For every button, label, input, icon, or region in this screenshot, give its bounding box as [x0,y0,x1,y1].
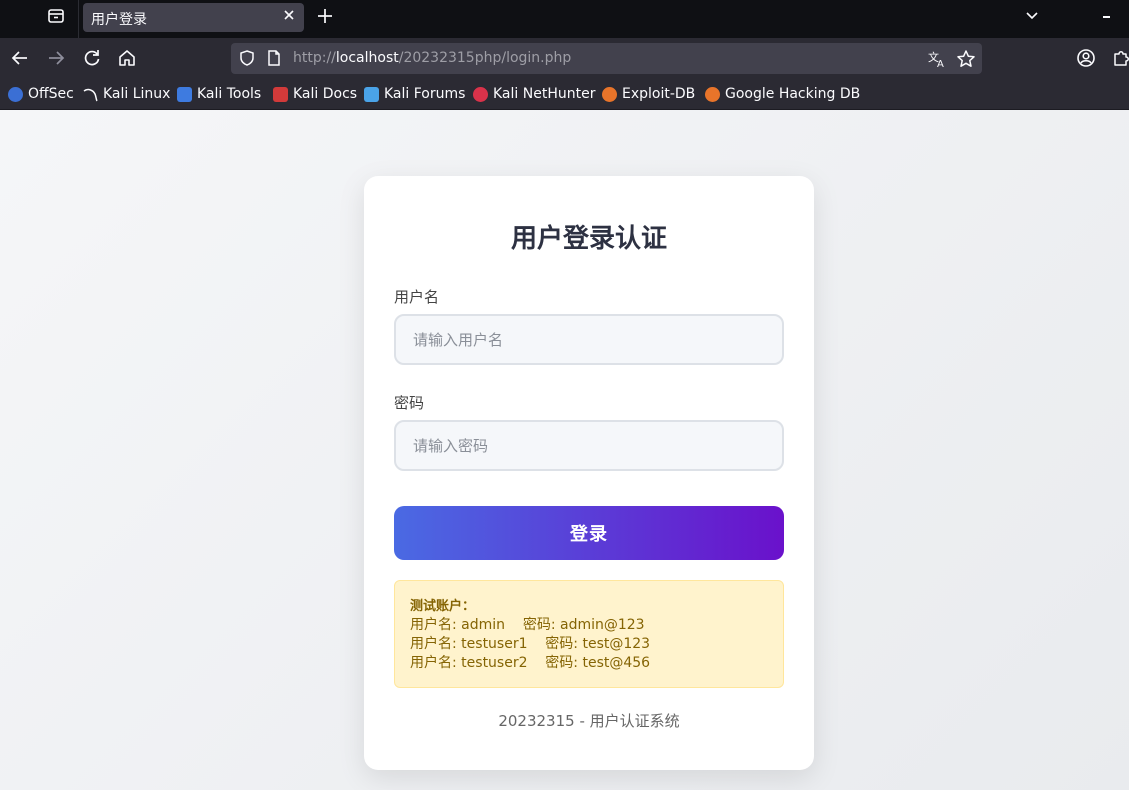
list-all-tabs-icon[interactable] [1024,8,1040,24]
hint-line: 用户名: testuser2 密码: test@456 [410,655,651,671]
url-host: localhost [335,50,399,66]
username-input[interactable] [394,314,784,365]
login-title: 用户登录认证 [510,224,667,254]
extensions-puzzle-icon[interactable] [1112,48,1129,68]
navigation-toolbar: http://localhost/20232315php/login.php 文… [0,38,1129,78]
tab-manager-icon[interactable] [47,7,65,25]
test-accounts-hint: 测试账户： 用户名: admin 密码: admin@123 用户名: test… [394,580,784,688]
url-text[interactable]: http://localhost/20232315php/login.php [293,50,571,66]
url-scheme: http:// [293,50,336,66]
bookmark-offsec[interactable]: OffSec [8,84,74,104]
bookmark-label: OffSec [28,86,74,102]
bookmark-star-icon[interactable] [956,49,976,69]
new-tab-icon[interactable] [316,7,334,25]
reload-icon[interactable] [82,48,102,68]
bookmarks-toolbar: OffSec Kali Linux Kali Tools Kali Docs K… [0,78,1129,110]
forward-icon[interactable] [46,48,66,68]
bookmark-kali-forums[interactable]: Kali Forums [364,84,465,104]
login-card: 用户登录认证 用户名 密码 登录 测试账户： 用户名: admin 密码: ad… [364,176,814,770]
login-button[interactable]: 登录 [394,506,784,560]
active-tab[interactable]: 用户登录 [83,3,304,32]
tracking-protection-shield-icon[interactable] [238,49,256,67]
hint-line: 用户名: admin 密码: admin@123 [410,617,645,633]
back-icon[interactable] [10,48,30,68]
footer-text: 20232315 - 用户认证系统 [498,712,680,730]
tab-bar: 用户登录 [0,0,1129,38]
kali-dragon-icon [83,88,98,101]
bookmark-label: Kali NetHunter [493,86,596,102]
bookmark-label: Google Hacking DB [725,86,861,102]
bookmark-label: Exploit-DB [622,86,696,102]
page-info-icon[interactable] [265,49,283,67]
minimize-window-icon[interactable] [1100,8,1114,22]
tab-title: 用户登录 [91,12,147,28]
password-input[interactable] [394,420,784,471]
bookmark-label: Kali Docs [293,86,358,102]
kali-tools-icon [177,86,192,102]
home-icon[interactable] [117,48,137,68]
bookmark-label: Kali Tools [197,86,262,102]
bookmark-label: Kali Linux [103,86,171,102]
offsec-icon [8,86,23,102]
bookmark-kali-linux[interactable]: Kali Linux [83,84,170,104]
bookmark-kali-docs[interactable]: Kali Docs [273,84,357,104]
address-bar[interactable]: http://localhost/20232315php/login.php 文… [231,43,982,74]
svg-text:A: A [937,59,944,69]
nethunter-icon [473,86,488,102]
hint-title: 测试账户： [410,599,476,614]
page-content: 用户登录认证 用户名 密码 登录 测试账户： 用户名: admin 密码: ad… [0,110,1129,790]
bookmark-label: Kali Forums [384,86,466,102]
username-label: 用户名 [394,288,440,306]
bookmark-exploit-db[interactable]: Exploit-DB [602,84,695,104]
url-path: /20232315php/login.php [398,50,572,66]
bookmark-google-hacking-db[interactable]: Google Hacking DB [705,84,860,104]
bookmark-kali-tools[interactable]: Kali Tools [177,84,261,104]
exploit-db-icon [602,86,617,102]
hint-line: 用户名: testuser1 密码: test@123 [410,636,651,652]
account-icon[interactable] [1076,48,1096,68]
close-tab-icon[interactable] [282,8,296,22]
ghdb-icon [705,86,720,102]
translate-icon[interactable]: 文 A [927,49,947,69]
kali-forums-icon [364,86,379,102]
tab-sidebar [0,0,79,38]
bookmark-kali-nethunter[interactable]: Kali NetHunter [473,84,595,104]
kali-docs-icon [273,86,288,102]
password-label: 密码 [394,394,425,412]
